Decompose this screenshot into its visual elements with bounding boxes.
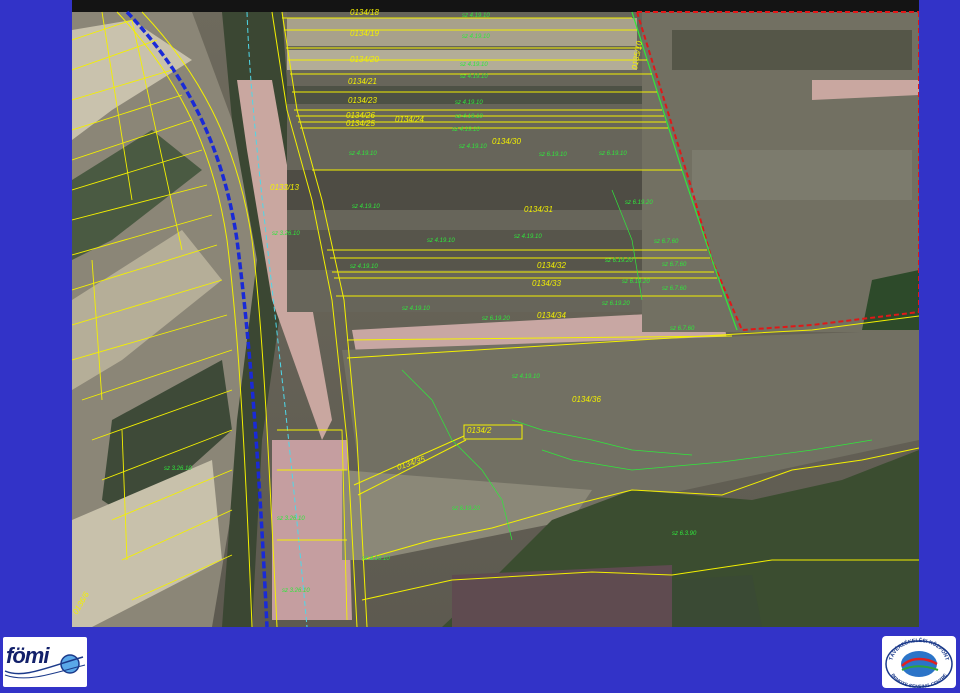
area-label-a23: sz 4.19.10 (402, 306, 430, 312)
parcel-label-p32: 0134/32 (537, 261, 566, 270)
parcel-label-p13: 0133/13 (270, 183, 299, 192)
orthophoto-map: 0134/18 0134/19 0134/20 0134/21 0134/23 0134/… (72, 0, 919, 627)
remote-sensing-centre-logo: TÁVÉRZÉKELÉSI KÖZPONT REMOTE SENSING CEN… (882, 636, 956, 690)
area-label-a31: sz 4.19.10 (512, 374, 540, 380)
area-label-a11: sz 4.19.10 (459, 144, 487, 150)
area-label-a15: sz 4.19.10 (427, 238, 455, 244)
parcel-label-p31: 0134/31 (524, 205, 553, 214)
rsc-logo-graphic: TÁVÉRZÉKELÉSI KÖZPONT REMOTE SENSING CEN… (885, 636, 953, 690)
map-svg: 0134/18 0134/19 0134/20 0134/21 0134/23 0134/… (72, 0, 919, 627)
area-label-a14: sz 6.7.60 (654, 239, 679, 245)
area-label-a28: sz 4.19.10 (362, 556, 390, 562)
area-label-a4: sz 4.19.10 (460, 74, 488, 80)
area-label-a2: sz 4.19.10 (462, 34, 490, 40)
fomi-logo: fömi (3, 637, 87, 687)
area-label-a8: sz 4.19.10 (349, 151, 377, 157)
area-label-a32: sz 3.26.10 (282, 588, 310, 594)
area-label-a1: sz 4.19.10 (462, 13, 490, 19)
area-label-a33: sz 6.3.90 (672, 531, 697, 537)
area-label-a25: sz 6.19.20 (482, 316, 510, 322)
area-label-a13: sz 4.19.10 (352, 204, 380, 210)
area-label-a16: sz 4.19.10 (514, 234, 542, 240)
area-label-a27: sz 3.26.10 (277, 516, 305, 522)
parcel-label-p36: 0134/36 (572, 395, 601, 404)
parcel-label-p30: 0134/30 (492, 137, 521, 146)
parcel-label-p33: 0134/33 (532, 279, 561, 288)
area-label-a9: sz 6.19.10 (539, 152, 567, 158)
area-label-a20: sz 6.19.20 (622, 279, 650, 285)
parcel-label-p23: 0134/23 (348, 96, 377, 105)
area-label-a29: sz 6.19.20 (452, 506, 480, 512)
parcel-label-p19: 0134/19 (350, 29, 379, 38)
area-label-a5: sz 4.19.10 (455, 100, 483, 106)
parcel-label-p34: 0134/34 (537, 311, 566, 320)
area-label-a21: sz 6.7.60 (662, 286, 687, 292)
parcel-label-p2: 0134/2 (467, 426, 492, 435)
fomi-logo-graphic (4, 654, 86, 679)
area-label-a26: sz 3.26.10 (272, 231, 300, 237)
area-label-a22: sz 6.19.20 (602, 301, 630, 307)
area-label-a24: sz 6.7.60 (670, 326, 695, 332)
area-label-a3: sz 4.19.10 (460, 62, 488, 68)
area-label-a17: sz 4.19.10 (350, 264, 378, 270)
area-label-a6: sz 4.19.10 (455, 114, 483, 120)
area-label-a19: sz 6.7.60 (662, 262, 687, 268)
parcel-label-p25: 0134/25 (346, 119, 375, 128)
area-label-a30: sz 3.26.10 (164, 466, 192, 472)
parcel-label-p20: 0134/20 (350, 55, 379, 64)
area-label-a10: sz 6.19.10 (599, 151, 627, 157)
area-label-a12: sz 6.19.20 (625, 200, 653, 206)
area-label-a18: sz 6.19.20 (605, 258, 633, 264)
area-label-a7: sz 4.19.10 (452, 127, 480, 133)
parcel-label-p24: 0134/24 (395, 115, 424, 124)
parcel-label-p18: 0134/18 (350, 8, 379, 17)
parcel-label-p21: 0134/21 (348, 77, 377, 86)
